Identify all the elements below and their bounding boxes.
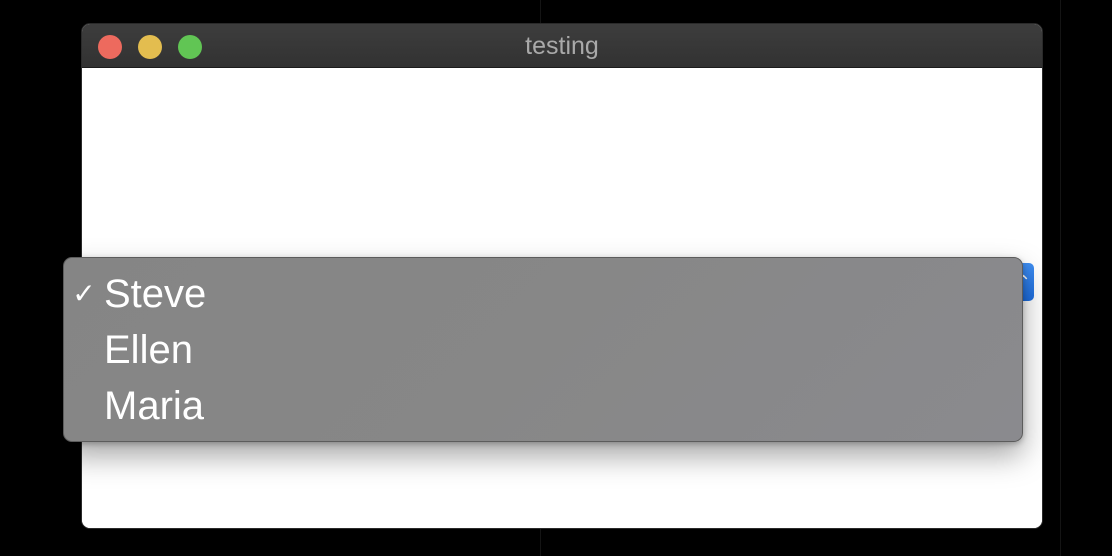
menu-item-ellen[interactable]: Ellen	[64, 322, 1022, 378]
menu-item-label: Ellen	[104, 328, 193, 372]
popup-menu: ✓ Steve Ellen Maria	[63, 257, 1023, 442]
title-bar[interactable]: testing	[82, 24, 1042, 68]
checkmark-icon: ✓	[72, 278, 96, 309]
menu-item-label: Maria	[104, 384, 205, 428]
menu-item-label: Steve	[104, 272, 207, 316]
menu-item-maria[interactable]: Maria	[64, 378, 1022, 434]
window-title: testing	[525, 32, 599, 60]
menu-item-steve[interactable]: ✓ Steve	[64, 266, 1022, 322]
background-divider	[1060, 0, 1061, 556]
